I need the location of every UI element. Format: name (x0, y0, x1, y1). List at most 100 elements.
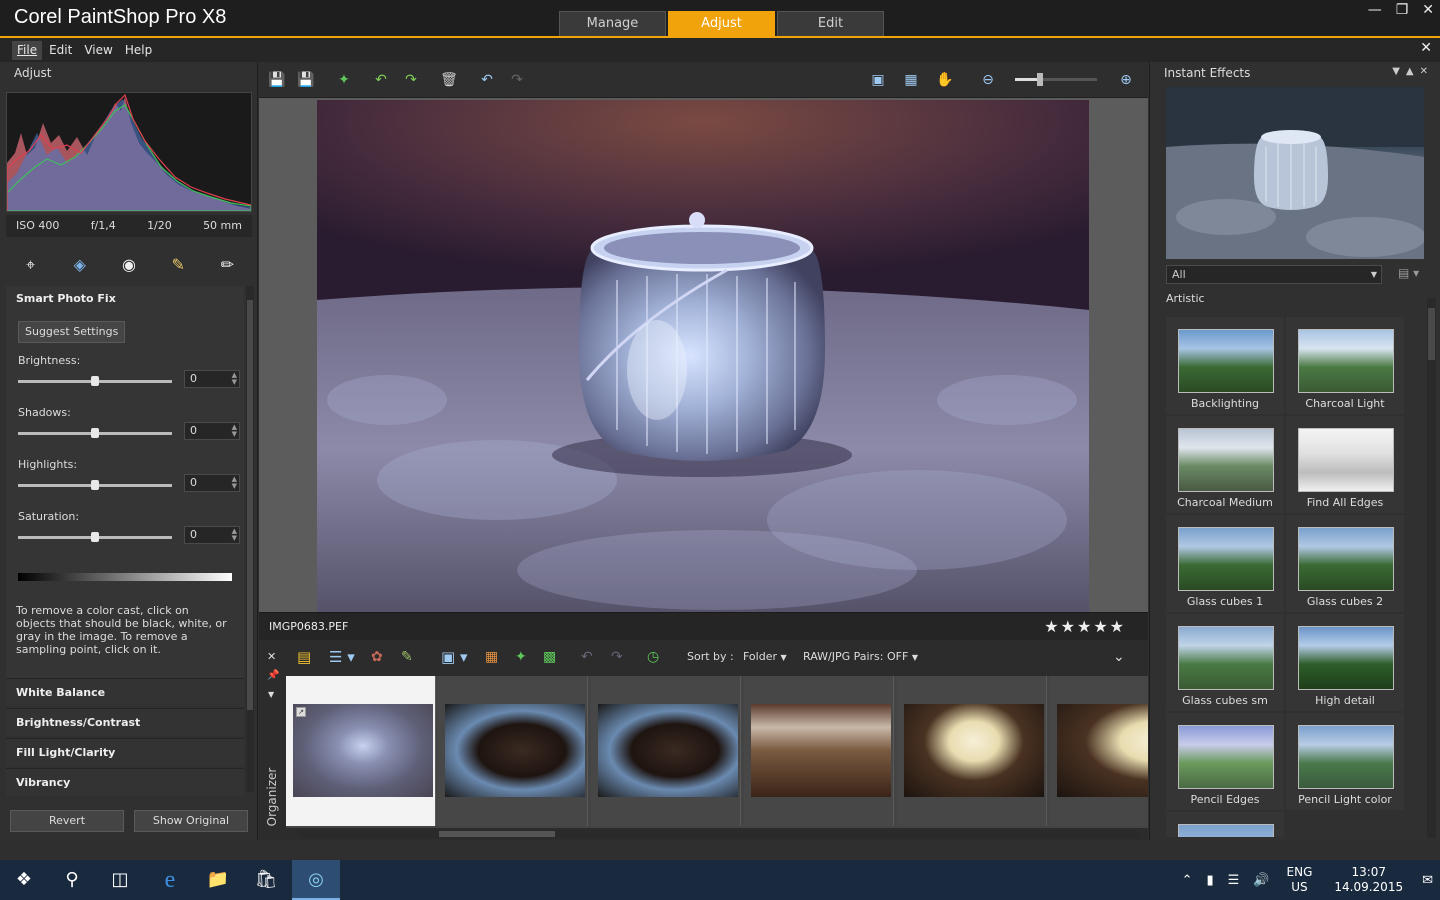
zoom-slider[interactable] (1015, 73, 1097, 86)
saturation-slider-thumb[interactable] (91, 532, 99, 542)
effect-find-all-edges[interactable]: Find All Edges (1286, 416, 1404, 513)
section-white-balance[interactable]: White Balance (6, 678, 244, 706)
spinner-icon[interactable]: ▲ ▼ (232, 476, 237, 490)
clone-brush-icon[interactable]: ✎ (166, 253, 190, 277)
zoom-in-icon[interactable]: ⊕ (1116, 70, 1136, 90)
close-document-icon[interactable]: ✕ (1420, 40, 1432, 56)
effect-category-dropdown[interactable]: All ▼ (1166, 265, 1382, 284)
effect-high-detail[interactable]: High detail (1286, 614, 1404, 711)
wifi-icon[interactable]: ☰ (1228, 873, 1240, 888)
thumbnail-item[interactable]: ↗ (286, 676, 436, 826)
pin-icon[interactable]: 📌 (267, 670, 279, 681)
tab-manage[interactable]: Manage (559, 11, 666, 36)
time-machine-icon[interactable]: ◷ (647, 646, 659, 668)
crop-icon[interactable]: ⌖ (19, 253, 43, 277)
task-view-icon[interactable]: ◫ (96, 860, 144, 900)
menu-help[interactable]: Help (120, 41, 157, 60)
edit-brush-icon[interactable]: ✎ (401, 646, 413, 668)
tag-icon[interactable]: ✿ (371, 646, 383, 668)
menu-edit[interactable]: Edit (44, 41, 77, 60)
highlights-input[interactable]: 0 ▲ ▼ (184, 474, 240, 492)
shadows-input[interactable]: 0 ▲ ▼ (184, 422, 240, 440)
spinner-icon[interactable]: ▲ ▼ (232, 424, 237, 438)
panel-menu-icon[interactable]: ▼ (1392, 66, 1406, 77)
thumbnail-scrollbar[interactable] (299, 830, 1139, 838)
saturation-input[interactable]: 0 ▲ ▼ (184, 526, 240, 544)
effect-next[interactable] (1166, 812, 1284, 837)
thumbnail-item[interactable] (591, 676, 741, 826)
effect-glass-cubes-1[interactable]: Glass cubes 1 (1166, 515, 1284, 612)
rotate-left-icon[interactable]: ↶ (581, 646, 593, 668)
store-icon[interactable]: 🛍 (242, 860, 290, 900)
photo-preview[interactable] (317, 100, 1089, 612)
zoom-out-icon[interactable]: ⊖ (978, 70, 998, 90)
effect-glass-cubes-2[interactable]: Glass cubes 2 (1286, 515, 1404, 612)
volume-icon[interactable]: 🔊 (1253, 873, 1269, 888)
brightness-slider[interactable] (18, 376, 172, 386)
spinner-icon[interactable]: ▲ ▼ (232, 528, 237, 542)
tab-adjust[interactable]: Adjust (668, 11, 775, 36)
show-original-button[interactable]: Show Original (134, 810, 248, 832)
suggest-settings-button[interactable]: Suggest Settings (18, 321, 126, 343)
share-icon[interactable]: ✦ (515, 646, 527, 668)
batch-process-icon[interactable]: ▦ (485, 646, 498, 668)
effect-pencil-edges[interactable]: Pencil Edges (1166, 713, 1284, 810)
undo-icon[interactable]: ↶ (477, 70, 497, 90)
scrollbar-thumb[interactable] (1428, 308, 1435, 360)
actual-size-icon[interactable]: ▣ (868, 70, 888, 90)
image-canvas[interactable] (259, 98, 1148, 612)
scrollbar-thumb[interactable] (439, 831, 555, 837)
menu-view[interactable]: View (79, 41, 117, 60)
thumbnail-item[interactable] (1050, 676, 1148, 826)
save-as-icon[interactable]: 💾 (296, 70, 316, 90)
section-vibrancy[interactable]: Vibrancy (6, 768, 244, 796)
input-language[interactable]: ENG US (1287, 865, 1313, 895)
saturation-slider[interactable] (18, 532, 172, 542)
paintshop-taskbar-icon[interactable]: ◎ (292, 860, 340, 900)
shadows-slider[interactable] (18, 428, 172, 438)
scrollbar-thumb[interactable] (247, 300, 253, 710)
organizer-menu-icon[interactable]: ▼ (268, 690, 274, 699)
menu-file[interactable]: File (12, 40, 43, 60)
chevron-up-icon[interactable]: ⌃ (1182, 873, 1193, 888)
effects-scrollbar[interactable] (1427, 298, 1436, 838)
info-display-icon[interactable]: ▣ ▾ (441, 646, 467, 668)
effect-backlighting[interactable]: Backlighting (1166, 317, 1284, 414)
close-icon[interactable]: ✕ (1422, 2, 1434, 18)
navigation-icon[interactable]: ▤ (297, 646, 311, 668)
rating-stars[interactable]: ★★★★★ (1044, 617, 1126, 636)
thumbnail-item[interactable] (744, 676, 894, 826)
raw-jpg-pairs-toggle[interactable]: RAW/JPG Pairs: OFF ▼ (803, 646, 918, 668)
notification-icon[interactable]: ✉ (1422, 873, 1433, 888)
restore-icon[interactable]: ❐ (1396, 2, 1409, 18)
rotate-right-icon[interactable]: ↷ (611, 646, 623, 668)
black-white-point-gradient[interactable] (18, 573, 232, 581)
rotate-right-icon[interactable]: ↷ (401, 70, 421, 90)
shadows-slider-thumb[interactable] (91, 428, 99, 438)
zoom-slider-thumb[interactable] (1036, 73, 1043, 86)
capture-editing-icon[interactable]: ▩ (543, 646, 556, 668)
brightness-slider-thumb[interactable] (91, 376, 99, 386)
section-brightness-contrast[interactable]: Brightness/Contrast (6, 708, 244, 736)
filter-menu-icon[interactable]: ▤ ▾ (1398, 266, 1419, 280)
thumbnail-item[interactable] (897, 676, 1047, 826)
depth-of-field-icon[interactable]: ✏ (215, 253, 239, 277)
section-fill-light-clarity[interactable]: Fill Light/Clarity (6, 738, 244, 766)
effect-charcoal-medium[interactable]: Charcoal Medium (1166, 416, 1284, 513)
close-icon[interactable]: ✕ (1420, 66, 1434, 77)
edge-browser-icon[interactable]: e (146, 860, 194, 900)
spinner-icon[interactable]: ▲ ▼ (232, 372, 237, 386)
share-icon[interactable]: ✦ (334, 70, 354, 90)
left-panel-scrollbar[interactable] (246, 286, 254, 792)
tab-edit[interactable]: Edit (777, 11, 884, 36)
effect-charcoal-light[interactable]: Charcoal Light (1286, 317, 1404, 414)
fit-to-window-icon[interactable]: ▦ (901, 70, 921, 90)
file-explorer-icon[interactable]: 📁 (194, 860, 242, 900)
save-icon[interactable]: 💾 (267, 70, 287, 90)
minimize-icon[interactable]: — (1368, 2, 1382, 18)
effect-glass-cubes-sm[interactable]: Glass cubes sm (1166, 614, 1284, 711)
view-mode-icon[interactable]: ☰ ▾ (329, 646, 355, 668)
brightness-input[interactable]: 0 ▲ ▼ (184, 370, 240, 388)
highlights-slider-thumb[interactable] (91, 480, 99, 490)
thumbnail-item[interactable] (438, 676, 588, 826)
